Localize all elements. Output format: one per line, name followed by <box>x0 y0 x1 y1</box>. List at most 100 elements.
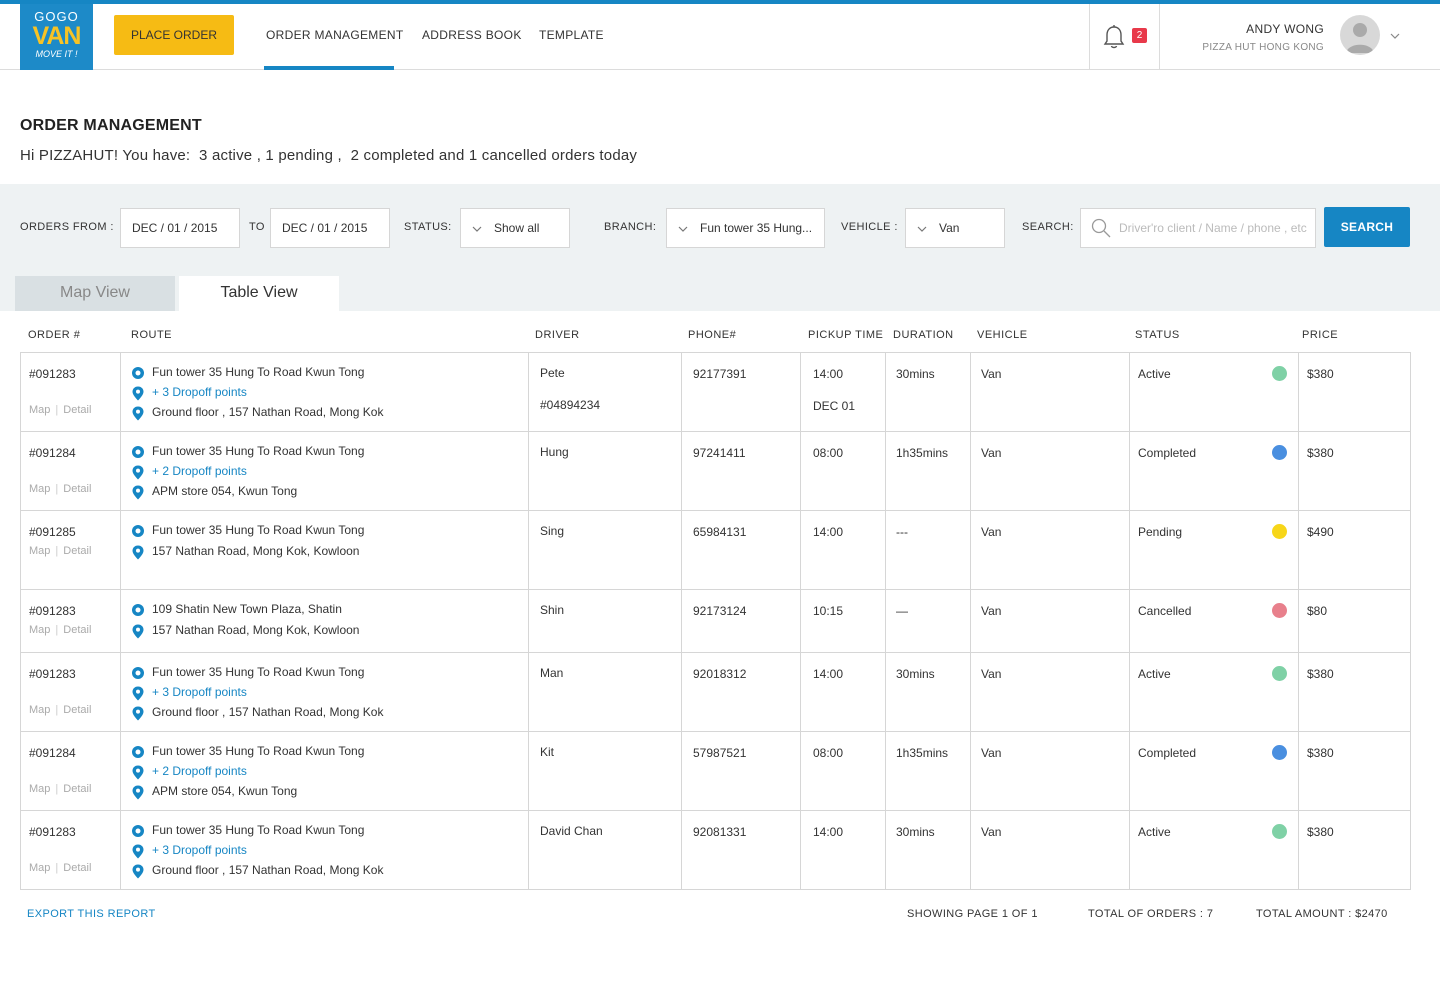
avatar[interactable] <box>1340 15 1380 55</box>
detail-link[interactable]: Detail <box>63 704 91 716</box>
route-stop-label: 157 Nathan Road, Mong Kok, Kowloon <box>152 623 360 637</box>
map-link[interactable]: Map <box>29 483 50 495</box>
page-info: SHOWING PAGE 1 OF 1 <box>907 908 1038 920</box>
place-order-button[interactable]: PLACE ORDER <box>114 15 234 55</box>
link-separator: | <box>55 483 59 495</box>
link-separator: | <box>55 545 59 557</box>
logo-line-2: VAN <box>32 22 82 50</box>
pickup-point-icon <box>132 446 144 458</box>
driver-cell: Pete #04894234 <box>528 353 681 431</box>
route-stop-label: Ground floor , 157 Nathan Road, Mong Kok <box>152 405 384 419</box>
pickup-cell: 08:00 <box>800 732 885 810</box>
column-header-status: STATUS <box>1135 329 1180 341</box>
order-cell: #091283 Map | Detail <box>21 811 120 889</box>
order-number[interactable]: #091283 <box>29 667 76 681</box>
vehicle-cell: Van <box>970 511 1129 589</box>
from-date-field[interactable]: DEC / 01 / 2015 <box>120 208 240 248</box>
status-text: Active <box>1138 825 1171 839</box>
bell-icon[interactable] <box>1102 24 1126 50</box>
row-links: Map | Detail <box>29 545 91 557</box>
order-number[interactable]: #091283 <box>29 367 76 381</box>
detail-link[interactable]: Detail <box>63 545 91 557</box>
duration-cell: 1h35mins <box>885 732 970 810</box>
nav-template[interactable]: TEMPLATE <box>539 28 604 42</box>
table-row[interactable]: #091283 Map | Detail Fun tower 35 Hung To Ro… <box>20 653 1411 732</box>
vehicle-type: Van <box>981 825 1002 839</box>
table-row[interactable]: #091284 Map | Detail Fun tower 35 Hung To Ro… <box>20 732 1411 811</box>
table-row[interactable]: #091284 Map | Detail Fun tower 35 Hung To Ro… <box>20 432 1411 511</box>
status-select[interactable]: Show all <box>460 208 570 248</box>
app-header: GOGO VAN MOVE IT ! PLACE ORDER ORDER MAN… <box>0 4 1440 70</box>
page-title: ORDER MANAGEMENT <box>20 117 202 134</box>
row-links: Map | Detail <box>29 704 91 716</box>
order-number[interactable]: #091283 <box>29 825 76 839</box>
driver-cell: Shin <box>528 590 681 652</box>
order-number[interactable]: #091284 <box>29 746 76 760</box>
price: $380 <box>1307 746 1334 760</box>
nav-address-book[interactable]: ADDRESS BOOK <box>422 28 522 42</box>
map-link[interactable]: Map <box>29 404 50 416</box>
detail-link[interactable]: Detail <box>63 624 91 636</box>
logo-line-3: MOVE IT ! <box>35 49 78 59</box>
export-report-link[interactable]: EXPORT THIS REPORT <box>27 908 156 920</box>
driver-cell: Sing <box>528 511 681 589</box>
order-number[interactable]: #091285 <box>29 525 76 539</box>
table-row[interactable]: #091285 Map | Detail Fun tower 35 Hung To Ro… <box>20 511 1411 590</box>
map-link[interactable]: Map <box>29 704 50 716</box>
tab-table-view[interactable]: Table View <box>179 276 339 311</box>
table-row[interactable]: #091283 Map | Detail Fun tower 35 Hung To Ro… <box>20 811 1411 890</box>
order-number[interactable]: #091284 <box>29 446 76 460</box>
gogovan-logo[interactable]: GOGO VAN MOVE IT ! <box>20 4 93 70</box>
tab-map-view[interactable]: Map View <box>15 276 175 311</box>
map-link[interactable]: Map <box>29 783 50 795</box>
route-cell: Fun tower 35 Hung To Road Kwun Tong + 2 D… <box>120 732 528 810</box>
price-cell: $380 <box>1298 653 1410 731</box>
vehicle-cell: Van <box>970 653 1129 731</box>
order-cell: #091284 Map | Detail <box>21 732 120 810</box>
route-stop-label: Fun tower 35 Hung To Road Kwun Tong <box>152 665 365 679</box>
chevron-down-icon[interactable] <box>1390 32 1400 40</box>
notification-count-badge[interactable]: 2 <box>1132 28 1147 43</box>
nav-order-management[interactable]: ORDER MANAGEMENT <box>266 28 403 42</box>
search-button[interactable]: SEARCH <box>1324 207 1410 247</box>
route-stop-label: + 3 Dropoff points <box>152 685 247 699</box>
vehicle-cell: Van <box>970 590 1129 652</box>
status-text: Completed <box>1138 446 1197 460</box>
table-row[interactable]: #091283 Map | Detail 109 Shatin New Town Pla… <box>20 590 1411 653</box>
to-date-field[interactable]: DEC / 01 / 2015 <box>270 208 390 248</box>
driver-cell: Kit <box>528 732 681 810</box>
detail-link[interactable]: Detail <box>63 783 91 795</box>
column-header-vehicle: VEHICLE <box>977 329 1028 341</box>
phone-number: 97241411 <box>693 446 746 460</box>
driver-cell: Hung <box>528 432 681 510</box>
detail-link[interactable]: Detail <box>63 862 91 874</box>
price-cell: $380 <box>1298 432 1410 510</box>
map-link[interactable]: Map <box>29 862 50 874</box>
duration: 1h35mins <box>896 446 949 460</box>
price-cell: $380 <box>1298 811 1410 889</box>
search-field[interactable] <box>1080 208 1316 248</box>
price-cell: $380 <box>1298 732 1410 810</box>
branch-label: BRANCH: <box>604 221 657 233</box>
duration: 30mins <box>896 667 935 681</box>
vehicle-cell: Van <box>970 732 1129 810</box>
phone-number: 65984131 <box>693 525 747 539</box>
orders-table: #091283 Map | Detail Fun tower 35 Hung To Ro… <box>20 352 1411 890</box>
duration: 30mins <box>896 825 935 839</box>
status-text: Cancelled <box>1138 604 1192 618</box>
order-number[interactable]: #091283 <box>29 604 76 618</box>
pickup-time: 14:00 <box>813 667 844 681</box>
table-row[interactable]: #091283 Map | Detail Fun tower 35 Hung To Ro… <box>20 353 1411 432</box>
column-header-pickup-time: PICKUP TIME <box>808 329 884 341</box>
map-link[interactable]: Map <box>29 624 50 636</box>
branch-select[interactable]: Fun tower 35 Hung... <box>666 208 825 248</box>
detail-link[interactable]: Detail <box>63 483 91 495</box>
vehicle-select[interactable]: Van <box>905 208 1005 248</box>
pickup-time: 14:00 <box>813 825 844 839</box>
pickup-time: 08:00 <box>813 746 844 760</box>
user-name[interactable]: ANDY WONG <box>1246 22 1324 36</box>
route-stop-label: 109 Shatin New Town Plaza, Shatin <box>152 602 342 616</box>
detail-link[interactable]: Detail <box>63 404 91 416</box>
search-input[interactable] <box>1119 218 1313 238</box>
map-link[interactable]: Map <box>29 545 50 557</box>
